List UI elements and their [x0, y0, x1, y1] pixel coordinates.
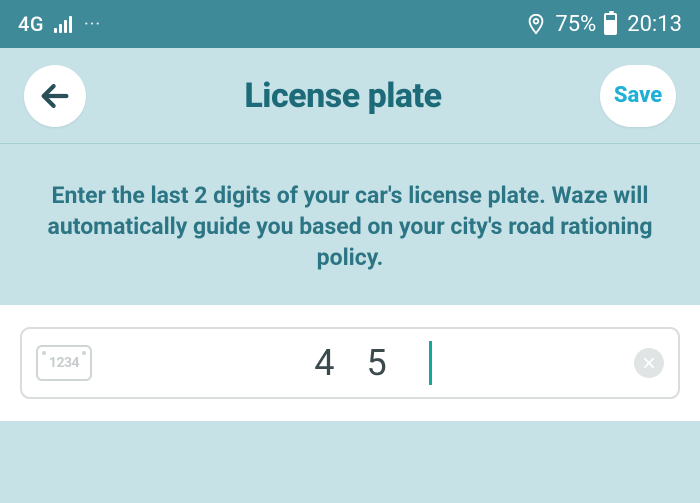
app-header: License plate Save [0, 48, 700, 144]
back-button[interactable] [24, 65, 86, 127]
status-left-group: 4G ··· [18, 12, 101, 36]
instruction-text: Enter the last 2 digits of your car's li… [0, 144, 700, 305]
clock: 20:13 [627, 12, 682, 37]
license-plate-icon: 1234 [36, 345, 92, 381]
plate-input[interactable]: 1234 45 [20, 327, 680, 399]
page-title: License plate [244, 76, 441, 116]
more-status-icon: ··· [84, 14, 101, 35]
plate-value-wrap: 45 [108, 341, 606, 385]
text-cursor [429, 341, 432, 385]
battery-icon [604, 13, 617, 35]
battery-percentage: 75% [555, 12, 596, 37]
plate-value: 45 [282, 342, 418, 384]
clear-button[interactable] [634, 348, 664, 378]
signal-icon [54, 15, 72, 33]
network-label: 4G [18, 12, 44, 36]
save-button[interactable]: Save [600, 65, 676, 127]
location-icon [525, 13, 547, 35]
status-bar: 4G ··· 75% 20:13 [0, 0, 700, 48]
plate-input-section: 1234 45 [0, 305, 700, 421]
status-right-group: 75% 20:13 [525, 12, 682, 37]
